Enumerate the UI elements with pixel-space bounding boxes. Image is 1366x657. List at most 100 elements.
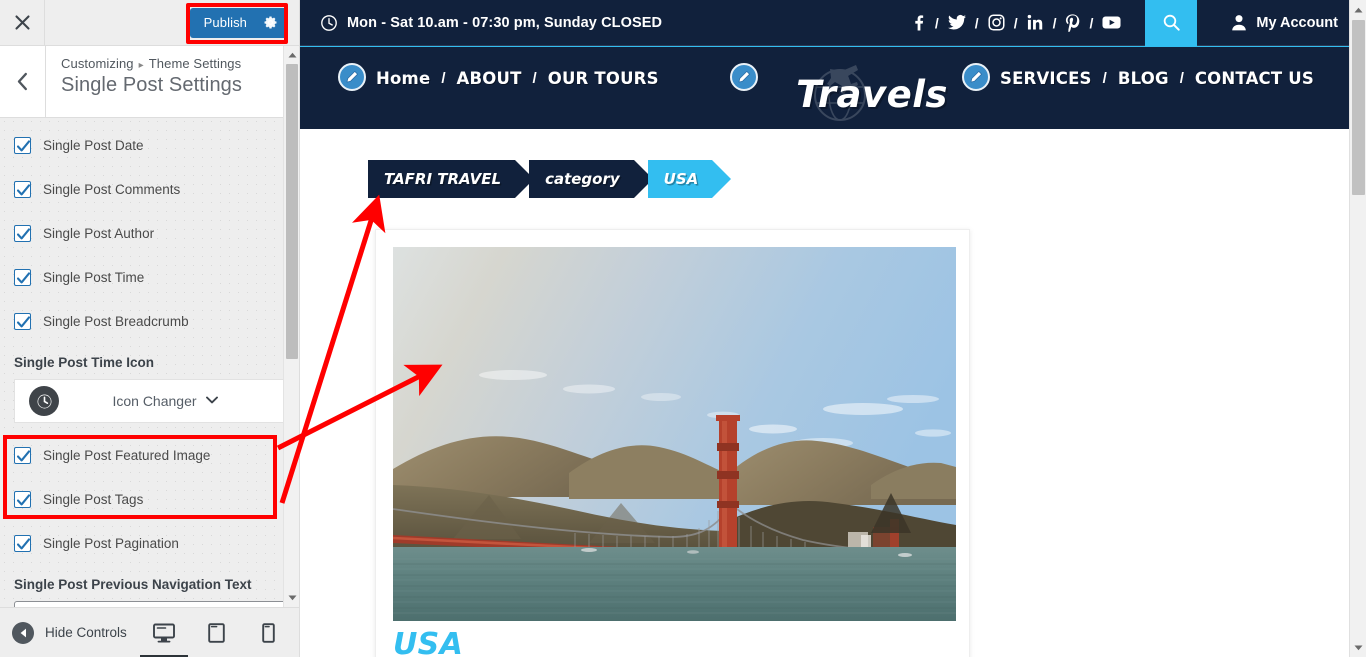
instagram-icon[interactable] [988,14,1005,31]
nav-link-about[interactable]: ABOUT [457,69,522,88]
page-title: Single Post Settings [61,74,242,96]
checkbox-label: Single Post Author [43,226,155,241]
breadcrumb-item-home[interactable]: TAFRI TRAVEL [368,160,535,198]
close-glyph [14,15,30,30]
breadcrumb-root[interactable]: Customizing [61,56,134,71]
checkbox-single-post-author[interactable]: Single Post Author [14,223,286,244]
nav-link-services[interactable]: SERVICES [1000,69,1092,88]
device-preview-switcher [140,620,288,657]
back-chevron-icon[interactable] [0,46,46,117]
hide-controls-button[interactable]: Hide Controls [12,621,127,644]
nav-link-our-tours[interactable]: OUR TOURS [548,69,659,88]
site-navbar: Home / ABOUT / OUR TOURS Travels SERVICE… [300,46,1366,129]
icon-changer-label: Icon Changer [112,393,197,409]
social-separator: / [1052,14,1057,31]
post-breadcrumb: TAFRI TRAVEL category USA [368,160,731,198]
checkbox-single-post-date[interactable]: Single Post Date [14,135,286,156]
social-separator: / [934,14,939,31]
clock-glyph [321,14,337,31]
facebook-icon[interactable] [910,14,926,31]
sidebar-scrollbar[interactable] [283,46,299,607]
search-button[interactable] [1145,0,1198,46]
linkedin-icon[interactable] [1027,14,1044,31]
social-links: / / / / / [910,13,1121,32]
checkbox-checked-icon [14,535,31,552]
breadcrumb-item-category[interactable]: category [529,160,653,198]
my-account-link[interactable]: My Account [1197,14,1366,31]
preview-scrollbar-thumb[interactable] [1352,20,1365,195]
checkbox-checked-icon [14,491,31,508]
nav-link-blog[interactable]: BLOG [1118,69,1169,88]
youtube-icon[interactable] [1102,15,1121,30]
close-icon[interactable] [0,0,45,45]
nav-link-contact-us[interactable]: CONTACT US [1195,69,1314,88]
customizer-controls-list: Single Post Date Single Post Comments Si… [0,119,299,607]
business-hours: Mon - Sat 10.am - 07:30 pm, Sunday CLOSE… [320,14,662,32]
scroll-up-arrow-icon[interactable] [284,47,299,63]
checkbox-single-post-time[interactable]: Single Post Time [14,267,286,288]
nav-link-home[interactable]: Home [376,69,430,88]
clock-glyph [37,394,51,408]
device-desktop-icon[interactable] [140,620,188,657]
gear-icon[interactable] [263,15,278,30]
publish-area: Publish [189,7,287,38]
breadcrumb-item-current: USA [647,160,731,198]
icon-changer-dropdown[interactable]: Icon Changer [14,379,286,423]
nav-separator: / [441,70,446,87]
primary-nav-right: SERVICES / BLOG / CONTACT US [1000,69,1314,88]
site-logo-text: Travels [796,72,948,116]
hide-controls-label: Hide Controls [45,625,127,640]
customizer-footer: Hide Controls [0,607,299,657]
preview-scrollbar[interactable] [1349,0,1366,657]
sidebar-scrollbar-thumb[interactable] [286,64,298,359]
checkbox-single-post-comments[interactable]: Single Post Comments [14,179,286,200]
clock-icon [29,386,59,416]
customizer-panel-header: Customizing ▸ Theme Settings Single Post S… [0,46,299,118]
customizer-controls-scroll-area: Single Post Date Single Post Comments Si… [0,119,299,607]
breadcrumb: Customizing ▸ Theme Settings [61,56,242,71]
breadcrumb-separator-icon: ▸ [138,60,144,71]
checkbox-label: Single Post Breadcrumb [43,314,189,329]
featured-image[interactable] [393,247,956,621]
twitter-icon[interactable] [947,14,966,31]
scroll-down-arrow-icon[interactable] [284,590,299,606]
user-icon [1231,14,1247,31]
golden-gate-bridge-photo [393,247,956,621]
nav-separator: / [532,70,537,87]
checkbox-single-post-featured-image[interactable]: Single Post Featured Image [14,445,286,466]
nav-separator: / [1179,70,1184,87]
pencil-edit-icon[interactable] [730,63,758,91]
screen-root: Publish Customizing ▸ Theme Settings Sin… [0,0,1366,657]
device-tablet-icon[interactable] [204,620,228,646]
chevron-left-glyph [17,72,27,91]
site-preview-frame: Mon - Sat 10.am - 07:30 pm, Sunday CLOSE… [300,0,1366,657]
social-separator: / [1013,14,1018,31]
checkbox-single-post-tags[interactable]: Single Post Tags [14,489,286,510]
site-topbar: Mon - Sat 10.am - 07:30 pm, Sunday CLOSE… [300,0,1366,46]
scroll-down-arrow-icon[interactable] [1350,639,1366,656]
social-separator: / [1089,14,1094,31]
pinterest-icon[interactable] [1065,13,1080,32]
post-title[interactable]: USA [393,621,952,657]
breadcrumb-parent[interactable]: Theme Settings [149,56,241,71]
clock-icon [320,14,338,32]
panel-header-text: Customizing ▸ Theme Settings Single Post S… [46,46,242,117]
collapse-arrow-icon [12,621,34,644]
checkbox-checked-icon [14,447,31,464]
device-mobile-icon[interactable] [256,620,280,646]
checkbox-label: Single Post Date [43,138,144,153]
publish-button[interactable]: Publish [189,7,287,38]
checkbox-checked-icon [14,181,31,198]
scroll-up-arrow-icon[interactable] [1350,1,1366,18]
site-logo[interactable]: Travels [762,61,982,127]
checkbox-single-post-pagination[interactable]: Single Post Pagination [14,533,286,554]
business-hours-text: Mon - Sat 10.am - 07:30 pm, Sunday CLOSE… [347,14,663,31]
checkbox-checked-icon [14,313,31,330]
checkbox-checked-icon [14,225,31,242]
publish-button-label: Publish [203,15,247,30]
pencil-edit-icon[interactable] [338,63,366,91]
pencil-edit-icon[interactable] [962,63,990,91]
checkbox-checked-icon [14,269,31,286]
checkbox-single-post-breadcrumb[interactable]: Single Post Breadcrumb [14,311,286,332]
icon-changer-text: Icon Changer [59,393,271,409]
